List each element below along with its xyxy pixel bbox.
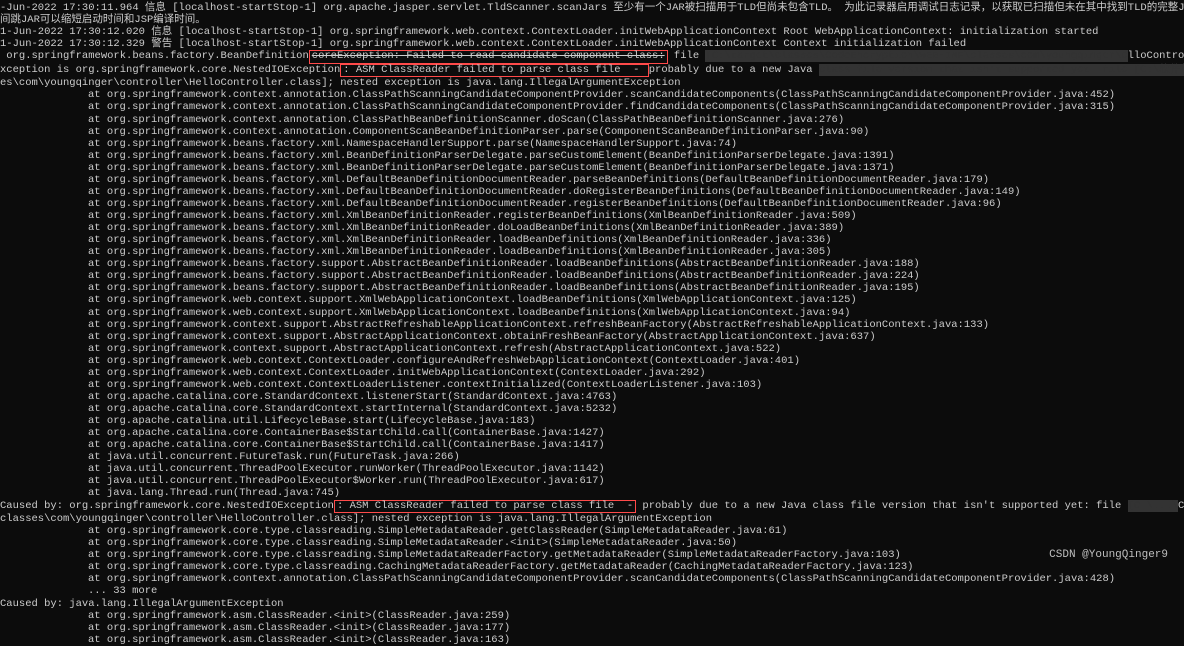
log-line: at org.springframework.web.context.Conte… xyxy=(0,367,1184,379)
log-line: at org.springframework.context.support.A… xyxy=(0,319,1184,331)
log-line: ... 33 more xyxy=(0,585,1184,597)
log-line: es\com\youngqinger\controller\HelloContr… xyxy=(0,77,1184,89)
log-line: at org.springframework.asm.ClassReader.<… xyxy=(0,622,1184,634)
log-line: at org.springframework.beans.factory.xml… xyxy=(0,186,1184,198)
log-line: at org.springframework.context.annotatio… xyxy=(0,89,1184,101)
log-line: at java.lang.Thread.run(Thread.java:745) xyxy=(0,487,1184,499)
log-line: at org.springframework.beans.factory.xml… xyxy=(0,246,1184,258)
log-line: Caused by: java.lang.IllegalArgumentExce… xyxy=(0,598,1184,610)
log-line: at java.util.concurrent.ThreadPoolExecut… xyxy=(0,475,1184,487)
log-line: at org.springframework.core.type.classre… xyxy=(0,525,1184,537)
log-line: at org.springframework.beans.factory.sup… xyxy=(0,270,1184,282)
log-line: at org.apache.catalina.util.LifecycleBas… xyxy=(0,415,1184,427)
log-line: at org.apache.catalina.core.StandardCont… xyxy=(0,391,1184,403)
log-line: at org.springframework.core.type.classre… xyxy=(0,549,1184,561)
log-line: at org.springframework.context.annotatio… xyxy=(0,114,1184,126)
watermark: CSDN @YoungQinger9 xyxy=(1049,549,1168,562)
log-line: at org.springframework.context.annotatio… xyxy=(0,126,1184,138)
log-line: at org.springframework.beans.factory.xml… xyxy=(0,234,1184,246)
log-line: classes\com\youngqinger\controller\Hello… xyxy=(0,513,1184,525)
console-output: -Jun-2022 17:30:11.964 信息 [localhost-sta… xyxy=(0,2,1184,646)
log-line: at org.springframework.asm.ClassReader.<… xyxy=(0,610,1184,622)
log-line: at org.springframework.core.type.classre… xyxy=(0,537,1184,549)
log-line: xception is org.springframework.core.Nes… xyxy=(0,64,1184,78)
log-line: at org.springframework.beans.factory.xml… xyxy=(0,150,1184,162)
log-line: at org.springframework.beans.factory.xml… xyxy=(0,162,1184,174)
log-line: at org.springframework.beans.factory.xml… xyxy=(0,174,1184,186)
log-line: at org.springframework.beans.factory.xml… xyxy=(0,210,1184,222)
log-line: 1-Jun-2022 17:30:12.329 警告 [localhost-st… xyxy=(0,38,1184,50)
log-line: 间跳JAR可以缩短启动时间和JSP编译时间。 xyxy=(0,14,1184,26)
log-line: at org.springframework.core.type.classre… xyxy=(0,561,1184,573)
log-line: at org.springframework.context.support.A… xyxy=(0,343,1184,355)
log-line: at org.springframework.web.context.Conte… xyxy=(0,355,1184,367)
log-line: at org.springframework.web.context.suppo… xyxy=(0,294,1184,306)
log-line: at java.util.concurrent.ThreadPoolExecut… xyxy=(0,463,1184,475)
log-line: at org.springframework.beans.factory.xml… xyxy=(0,198,1184,210)
log-line: at org.apache.catalina.core.ContainerBas… xyxy=(0,439,1184,451)
log-line: -Jun-2022 17:30:11.964 信息 [localhost-sta… xyxy=(0,2,1184,14)
log-line: Caused by: org.springframework.core.Nest… xyxy=(0,500,1184,514)
log-line: at org.springframework.beans.factory.xml… xyxy=(0,222,1184,234)
log-line: at org.apache.catalina.core.ContainerBas… xyxy=(0,427,1184,439)
log-line: at org.springframework.web.context.Conte… xyxy=(0,379,1184,391)
log-line: at org.springframework.beans.factory.xml… xyxy=(0,138,1184,150)
highlight-error: : ASM ClassReader failed to parse class … xyxy=(334,500,636,514)
redacted: [C:\...\ xyxy=(1128,500,1178,512)
log-line: at org.springframework.context.annotatio… xyxy=(0,573,1184,585)
log-line: at org.springframework.context.annotatio… xyxy=(0,101,1184,113)
log-line: at java.util.concurrent.FutureTask.run(F… xyxy=(0,451,1184,463)
log-line: at org.apache.catalina.core.StandardCont… xyxy=(0,403,1184,415)
log-line: at org.springframework.beans.factory.sup… xyxy=(0,282,1184,294)
log-line: org.springframework.beans.factory.BeanDe… xyxy=(0,50,1184,64)
log-line: at org.springframework.asm.ClassReader.<… xyxy=(0,634,1184,646)
redacted: [C:\target\classes\CodeEncryption\WEB-IN… xyxy=(705,50,1127,62)
highlight-error: : ASM ClassReader failed to parse class … xyxy=(340,64,648,78)
redacted: class file version that isn't supported … xyxy=(819,64,1184,76)
log-line: 1-Jun-2022 17:30:12.020 信息 [localhost-st… xyxy=(0,26,1184,38)
log-line: at org.springframework.context.support.A… xyxy=(0,331,1184,343)
log-line: at org.springframework.beans.factory.sup… xyxy=(0,258,1184,270)
highlight-error: coreException: Failed to read candidate … xyxy=(309,50,668,64)
log-line: at org.springframework.web.context.suppo… xyxy=(0,307,1184,319)
